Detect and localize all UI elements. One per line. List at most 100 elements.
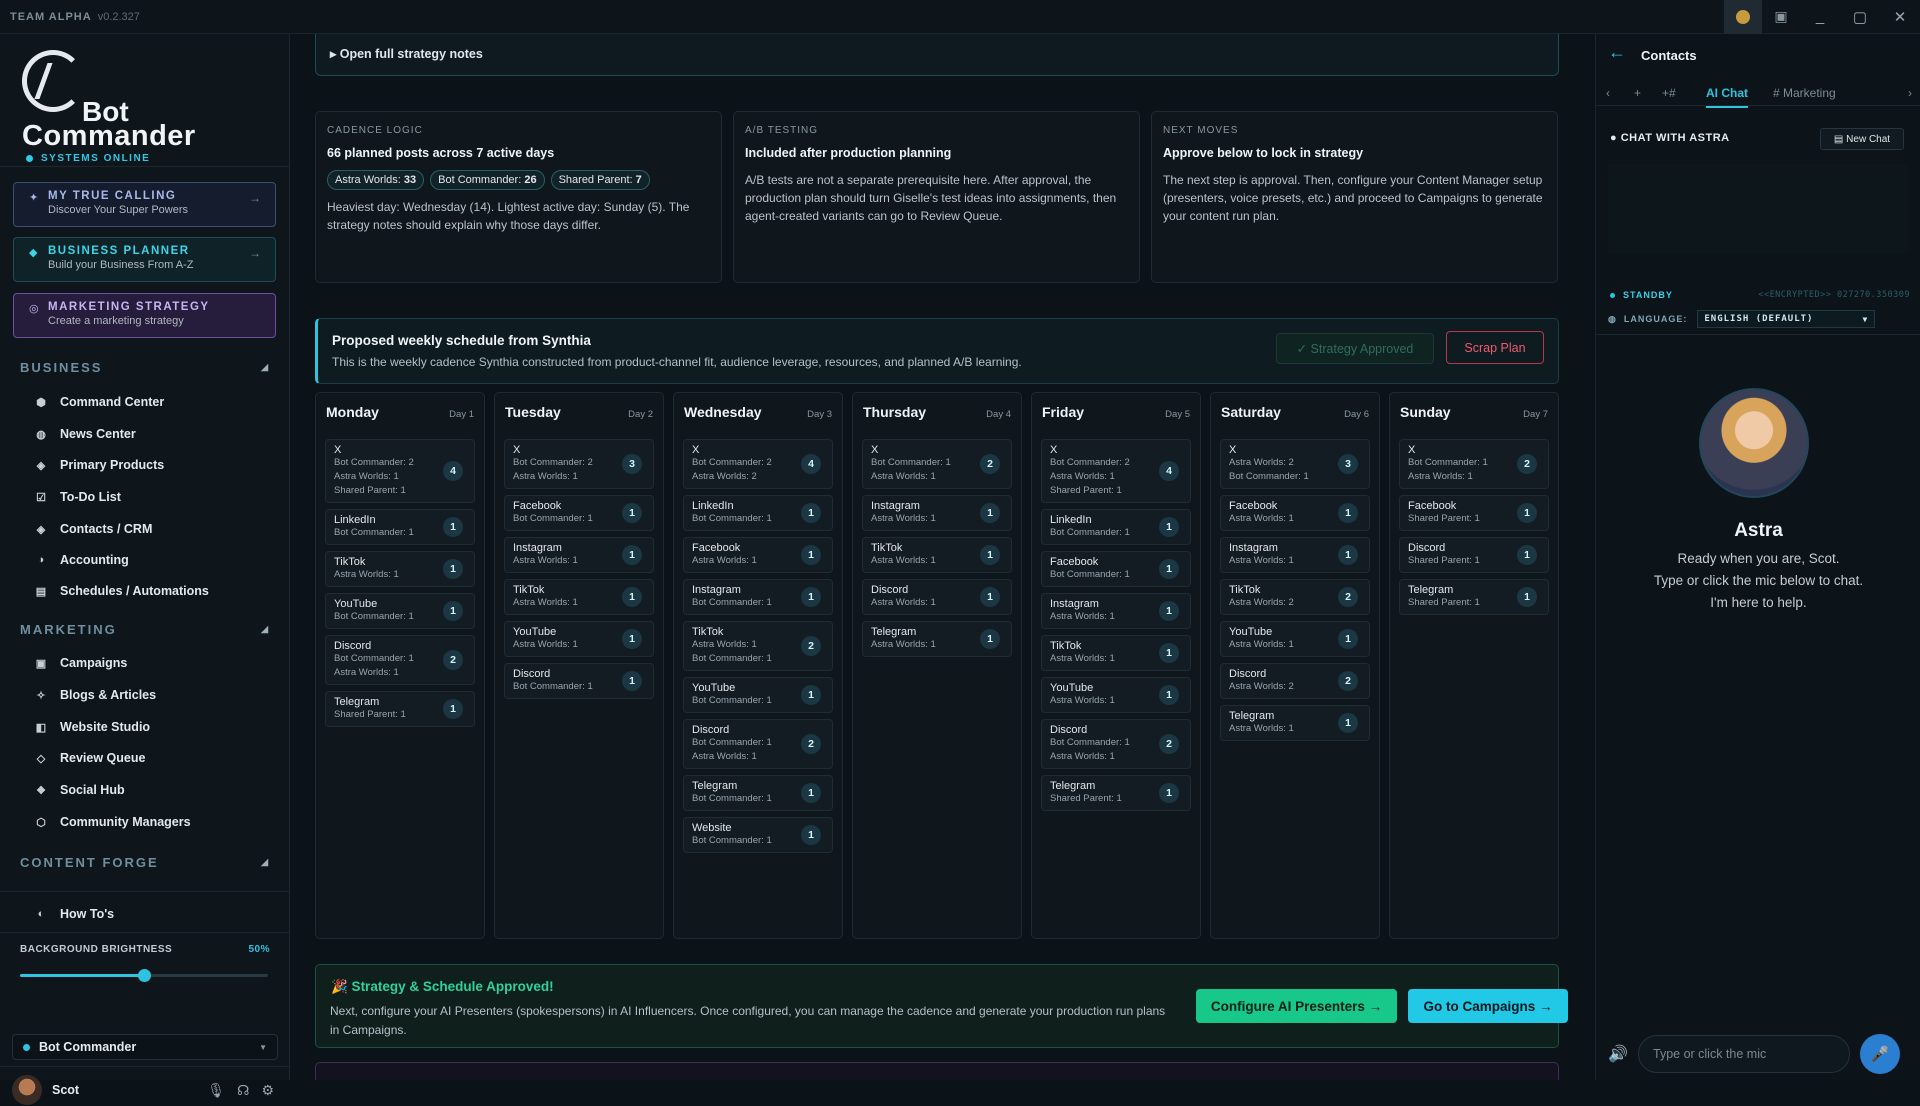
- post-slot[interactable]: Facebook Shared Parent: 11: [1399, 495, 1549, 531]
- post-slot[interactable]: TikTok Astra Worlds: 11: [862, 537, 1012, 573]
- sidebar-item-campaigns[interactable]: ▣ Campaigns: [34, 656, 128, 670]
- post-slot[interactable]: X Bot Commander: 1 Astra Worlds: 12: [1399, 439, 1549, 489]
- post-slot[interactable]: X Bot Commander: 2 Astra Worlds: 1 Shared P…: [1041, 439, 1191, 503]
- minimize-button[interactable]: _: [1800, 0, 1840, 34]
- sidebar-item-todo-list[interactable]: ☑ To-Do List: [34, 490, 121, 504]
- post-slot[interactable]: Discord Astra Worlds: 22: [1220, 663, 1370, 699]
- card-title: 66 planned posts across 7 active days: [327, 146, 555, 160]
- marketing-strategy-button[interactable]: ◎ MARKETING STRATEGY Create a marketing …: [13, 293, 276, 338]
- sidebar-item-command-center[interactable]: ⬢ Command Center: [34, 395, 164, 409]
- close-window-button[interactable]: ✕: [1880, 0, 1920, 34]
- open-strategy-notes-toggle[interactable]: ▸ Open full strategy notes: [330, 46, 483, 61]
- my-true-calling-button[interactable]: ✦ MY TRUE CALLING Discover Your Super Po…: [13, 182, 276, 227]
- language-select[interactable]: ENGLISH (DEFAULT) ▼: [1697, 310, 1876, 328]
- post-slot[interactable]: Website Bot Commander: 11: [683, 817, 833, 853]
- speaker-icon[interactable]: 🔊: [1608, 1044, 1638, 1064]
- brightness-slider-knob[interactable]: [138, 969, 151, 982]
- workspace-select[interactable]: Bot Commander ▼: [12, 1034, 278, 1060]
- sidebar-item-primary-products[interactable]: ◈ Primary Products: [34, 458, 164, 472]
- post-slot[interactable]: Telegram Astra Worlds: 11: [1220, 705, 1370, 741]
- post-slot[interactable]: Discord Shared Parent: 11: [1399, 537, 1549, 573]
- post-slot[interactable]: YouTube Astra Worlds: 11: [504, 621, 654, 657]
- post-slot[interactable]: X Bot Commander: 2 Astra Worlds: 24: [683, 439, 833, 489]
- chevron-left-icon[interactable]: ‹: [1606, 86, 1610, 100]
- post-slot[interactable]: TikTok Astra Worlds: 11: [504, 579, 654, 615]
- microphone-icon[interactable]: 🎙: [207, 1082, 225, 1099]
- section-marketing-toggle[interactable]: MARKETING ◢: [20, 622, 270, 637]
- chat-input[interactable]: Type or click the mic: [1638, 1035, 1850, 1073]
- section-business-toggle[interactable]: BUSINESS ◢: [20, 360, 270, 375]
- back-arrow-icon[interactable]: ←: [1608, 42, 1626, 63]
- post-slot[interactable]: Instagram Astra Worlds: 11: [862, 495, 1012, 531]
- chevron-right-icon[interactable]: ›: [1908, 86, 1912, 100]
- sidebar-item-website-studio[interactable]: ◧ Website Studio: [34, 720, 150, 734]
- sidebar-item-blogs[interactable]: ✧ Blogs & Articles: [34, 688, 156, 702]
- post-slot[interactable]: Discord Bot Commander: 11: [504, 663, 654, 699]
- tab-marketing[interactable]: # Marketing: [1773, 86, 1836, 100]
- globe-icon: ◍: [1608, 313, 1624, 324]
- scrap-plan-button[interactable]: Scrap Plan: [1446, 331, 1544, 364]
- post-count-badge: 1: [1517, 587, 1537, 607]
- post-slot[interactable]: YouTube Astra Worlds: 11: [1041, 677, 1191, 713]
- post-slot[interactable]: X Bot Commander: 2 Astra Worlds: 13: [504, 439, 654, 489]
- post-slot[interactable]: Facebook Bot Commander: 11: [504, 495, 654, 531]
- post-slot[interactable]: LinkedIn Bot Commander: 11: [1041, 509, 1191, 545]
- sidebar-item-accounting[interactable]: ◑ Accounting: [34, 553, 129, 567]
- post-slot[interactable]: Instagram Astra Worlds: 11: [1220, 537, 1370, 573]
- post-slot[interactable]: Instagram Astra Worlds: 11: [504, 537, 654, 573]
- post-slot[interactable]: X Bot Commander: 2 Astra Worlds: 1 Shared P…: [325, 439, 475, 503]
- post-slot[interactable]: Instagram Bot Commander: 11: [683, 579, 833, 615]
- post-slot[interactable]: X Bot Commander: 1 Astra Worlds: 12: [862, 439, 1012, 489]
- section-content-forge-toggle[interactable]: CONTENT FORGE ◢: [20, 855, 270, 870]
- post-slot[interactable]: LinkedIn Bot Commander: 11: [683, 495, 833, 531]
- post-slot[interactable]: Facebook Astra Worlds: 11: [1220, 495, 1370, 531]
- post-slot[interactable]: Instagram Astra Worlds: 11: [1041, 593, 1191, 629]
- new-chat-button[interactable]: ▤ New Chat: [1820, 128, 1904, 150]
- headphones-icon[interactable]: ☊: [237, 1082, 249, 1099]
- brightness-slider[interactable]: [20, 969, 268, 982]
- sidebar-item-how-tos[interactable]: ◐ How To's: [34, 907, 114, 921]
- go-to-campaigns-button[interactable]: Go to Campaigns →: [1408, 989, 1568, 1023]
- add-channel-icon[interactable]: +#: [1662, 86, 1676, 100]
- website-icon: ◧: [35, 721, 47, 734]
- post-slot[interactable]: Telegram Bot Commander: 11: [683, 775, 833, 811]
- post-slot[interactable]: Discord Bot Commander: 1 Astra Worlds: 12: [683, 719, 833, 769]
- post-slot[interactable]: TikTok Astra Worlds: 11: [1041, 635, 1191, 671]
- lock-icon[interactable]: ▣: [1762, 0, 1800, 34]
- sidebar-item-review-queue[interactable]: ◇ Review Queue: [34, 751, 146, 765]
- plus-icon[interactable]: +: [1634, 86, 1641, 100]
- strategy-approved-button[interactable]: ✓ Strategy Approved: [1276, 333, 1434, 364]
- configure-ai-presenters-button[interactable]: Configure AI Presenters →: [1196, 989, 1397, 1023]
- post-slot[interactable]: YouTube Bot Commander: 11: [325, 593, 475, 629]
- business-planner-button[interactable]: ◆ BUSINESS PLANNER Build your Business F…: [13, 237, 276, 282]
- post-slot[interactable]: TikTok Astra Worlds: 22: [1220, 579, 1370, 615]
- post-count-badge: 2: [1338, 587, 1358, 607]
- post-slot[interactable]: LinkedIn Bot Commander: 11: [325, 509, 475, 545]
- card-text: The next step is approval. Then, configu…: [1163, 173, 1543, 223]
- theme-sun-icon[interactable]: [1724, 0, 1762, 34]
- post-slot[interactable]: Discord Bot Commander: 1 Astra Worlds: 12: [1041, 719, 1191, 769]
- post-slot[interactable]: YouTube Bot Commander: 11: [683, 677, 833, 713]
- post-slot[interactable]: YouTube Astra Worlds: 11: [1220, 621, 1370, 657]
- approval-title: 🎉 Strategy & Schedule Approved!: [331, 979, 554, 994]
- post-slot[interactable]: Telegram Shared Parent: 11: [1041, 775, 1191, 811]
- maximize-button[interactable]: ▢: [1840, 0, 1880, 34]
- gear-icon[interactable]: ⚙: [261, 1082, 274, 1099]
- post-slot[interactable]: Telegram Shared Parent: 11: [325, 691, 475, 727]
- sidebar-item-community-managers[interactable]: ⬡ Community Managers: [34, 815, 190, 829]
- post-slot[interactable]: TikTok Astra Worlds: 1 Bot Commander: 12: [683, 621, 833, 671]
- post-slot[interactable]: Facebook Bot Commander: 11: [1041, 551, 1191, 587]
- post-slot[interactable]: X Astra Worlds: 2 Bot Commander: 13: [1220, 439, 1370, 489]
- post-slot[interactable]: Facebook Astra Worlds: 11: [683, 537, 833, 573]
- sidebar-item-news-center[interactable]: ◍ News Center: [34, 427, 136, 441]
- sidebar-item-social-hub[interactable]: ❖ Social Hub: [34, 783, 125, 797]
- mic-button[interactable]: 🎤: [1860, 1034, 1900, 1074]
- tab-ai-chat[interactable]: AI Chat: [1706, 86, 1748, 108]
- post-slot[interactable]: Discord Bot Commander: 1 Astra Worlds: 12: [325, 635, 475, 685]
- post-slot[interactable]: TikTok Astra Worlds: 11: [325, 551, 475, 587]
- post-slot[interactable]: Discord Astra Worlds: 11: [862, 579, 1012, 615]
- post-slot[interactable]: Telegram Astra Worlds: 11: [862, 621, 1012, 657]
- sidebar-item-schedules[interactable]: ▤ Schedules / Automations: [34, 584, 209, 598]
- post-slot[interactable]: Telegram Shared Parent: 11: [1399, 579, 1549, 615]
- sidebar-item-contacts-crm[interactable]: ◈ Contacts / CRM: [34, 522, 153, 536]
